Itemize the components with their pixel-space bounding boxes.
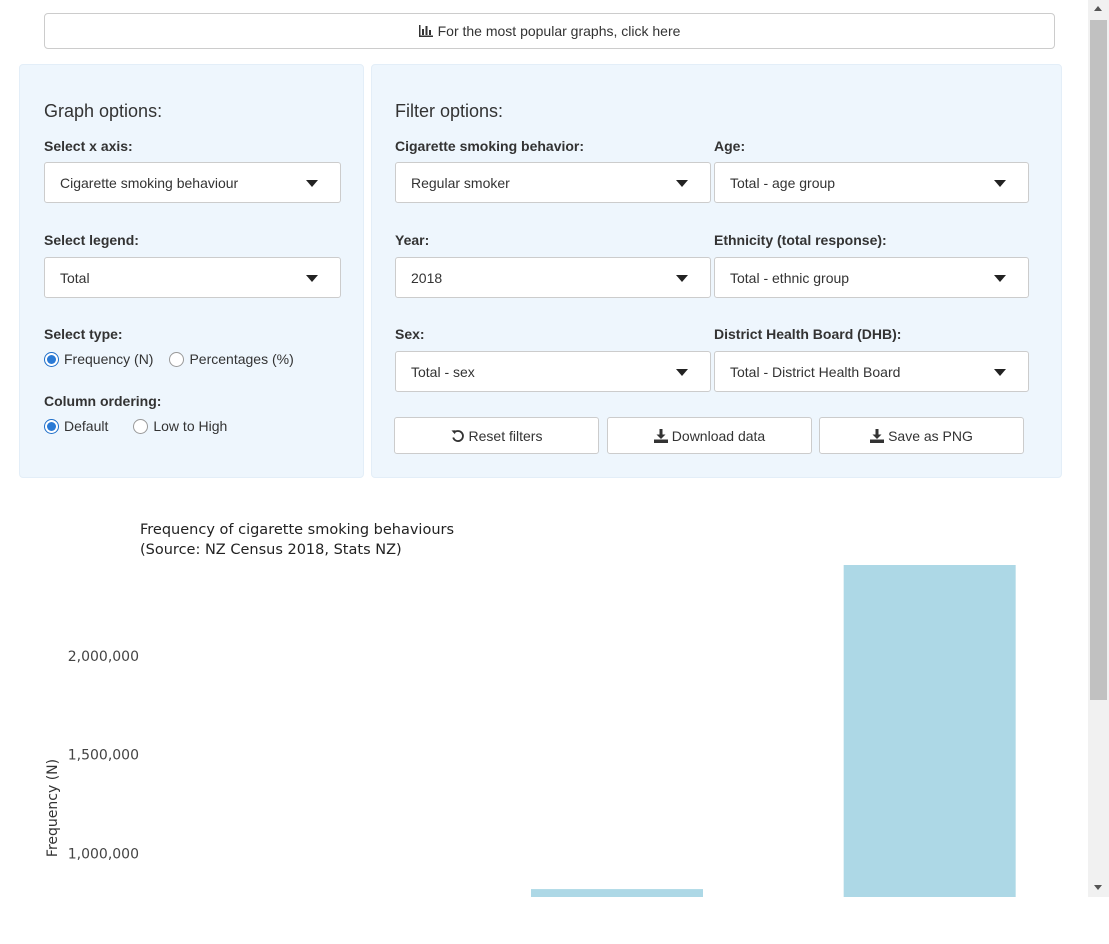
y-tick-label: 1,500,000 (68, 748, 139, 764)
ordering-default-option[interactable]: Default (44, 418, 108, 434)
download-data-button[interactable]: Download data (607, 417, 812, 454)
download-icon (653, 428, 668, 443)
bar-chart-icon (418, 25, 433, 37)
chevron-down-icon (306, 275, 318, 282)
filter-options-title: Filter options: (395, 101, 504, 121)
chevron-down-icon (676, 369, 688, 376)
chevron-down-icon (676, 180, 688, 187)
year-label: Year: (395, 232, 430, 248)
sex-label: Sex: (395, 326, 425, 342)
download-data-label: Download data (671, 427, 766, 444)
bar (531, 889, 703, 897)
dhb-value: Total - District Health Board (730, 363, 901, 380)
radio-checked[interactable] (44, 418, 59, 434)
dhb-label: District Health Board (DHB): (714, 326, 902, 342)
graph-options-title: Graph options: (44, 101, 163, 121)
bar (843, 565, 1016, 897)
ethnicity-value: Total - ethnic group (730, 269, 850, 286)
age-label: Age: (714, 138, 746, 154)
y-axis-label: Frequency (N) (45, 759, 61, 857)
type-radio-group: Frequency (N) Percentages (%) (44, 351, 310, 367)
legend-select[interactable]: Total (44, 257, 341, 298)
sex-select[interactable]: Total - sex (395, 351, 711, 392)
chevron-down-icon (306, 180, 318, 187)
ordering-low-high-option[interactable]: Low to High (133, 418, 227, 434)
ordering-default-label: Default (64, 418, 109, 434)
radio-unchecked[interactable] (169, 351, 185, 367)
undo-icon (451, 429, 464, 442)
reset-filters-label: Reset filters (468, 427, 543, 444)
radio-unchecked[interactable] (133, 418, 149, 434)
chevron-down-icon (676, 275, 688, 282)
age-value: Total - age group (730, 174, 836, 191)
x-axis-value: Cigarette smoking behaviour (60, 174, 239, 191)
dhb-select[interactable]: Total - District Health Board (714, 351, 1029, 392)
type-percentage-label: Percentages (%) (189, 351, 294, 367)
y-tick-label: 2,000,000 (68, 649, 139, 665)
type-percentage-option[interactable]: Percentages (%) (169, 351, 294, 367)
graph-options-panel: Graph options: Select x axis: Cigarette … (19, 64, 364, 478)
ethnicity-label: Ethnicity (total response): (714, 232, 887, 248)
chevron-down-icon (994, 275, 1006, 282)
type-frequency-option[interactable]: Frequency (N) (44, 351, 153, 367)
ordering-low-high-label: Low to High (153, 418, 228, 434)
ordering-radio-group: Default Low to High (44, 418, 243, 434)
chart-subtitle: (Source: NZ Census 2018, Stats NZ) (140, 542, 402, 558)
save-png-label: Save as PNG (888, 427, 973, 444)
popular-graphs-label: For the most popular graphs, click here (437, 23, 681, 39)
filter-options-panel: Filter options: Cigarette smoking behavi… (371, 64, 1062, 478)
year-select[interactable]: 2018 (395, 257, 711, 298)
x-axis-label: Select x axis: (44, 138, 133, 154)
radio-checked[interactable] (44, 351, 59, 367)
smoking-select[interactable]: Regular smoker (395, 162, 711, 203)
reset-filters-button[interactable]: Reset filters (394, 417, 599, 454)
legend-label: Select legend: (44, 232, 139, 248)
age-select[interactable]: Total - age group (714, 162, 1029, 203)
ethnicity-select[interactable]: Total - ethnic group (714, 257, 1029, 298)
popular-graphs-button[interactable]: For the most popular graphs, click here (44, 13, 1055, 49)
chart-title-block: Frequency of cigarette smoking behaviour… (140, 520, 454, 560)
y-tick-label: 1,000,000 (68, 847, 139, 863)
vertical-scrollbar[interactable] (1088, 0, 1109, 897)
chart-title: Frequency of cigarette smoking behaviour… (140, 522, 455, 538)
scroll-down-icon[interactable] (1094, 885, 1102, 890)
year-value: 2018 (411, 269, 443, 286)
type-frequency-label: Frequency (N) (64, 351, 154, 367)
smoking-value: Regular smoker (411, 174, 510, 191)
scroll-up-icon[interactable] (1094, 6, 1102, 11)
save-png-button[interactable]: Save as PNG (819, 417, 1024, 454)
chevron-down-icon (994, 369, 1006, 376)
smoking-label: Cigarette smoking behavior: (395, 138, 585, 154)
x-axis-select[interactable]: Cigarette smoking behaviour (44, 162, 341, 203)
download-icon (870, 428, 885, 443)
legend-value: Total (60, 269, 90, 286)
type-label: Select type: (44, 326, 123, 342)
ordering-label: Column ordering: (44, 393, 162, 409)
chevron-down-icon (994, 180, 1006, 187)
scroll-thumb[interactable] (1090, 20, 1107, 700)
sex-value: Total - sex (411, 363, 475, 380)
